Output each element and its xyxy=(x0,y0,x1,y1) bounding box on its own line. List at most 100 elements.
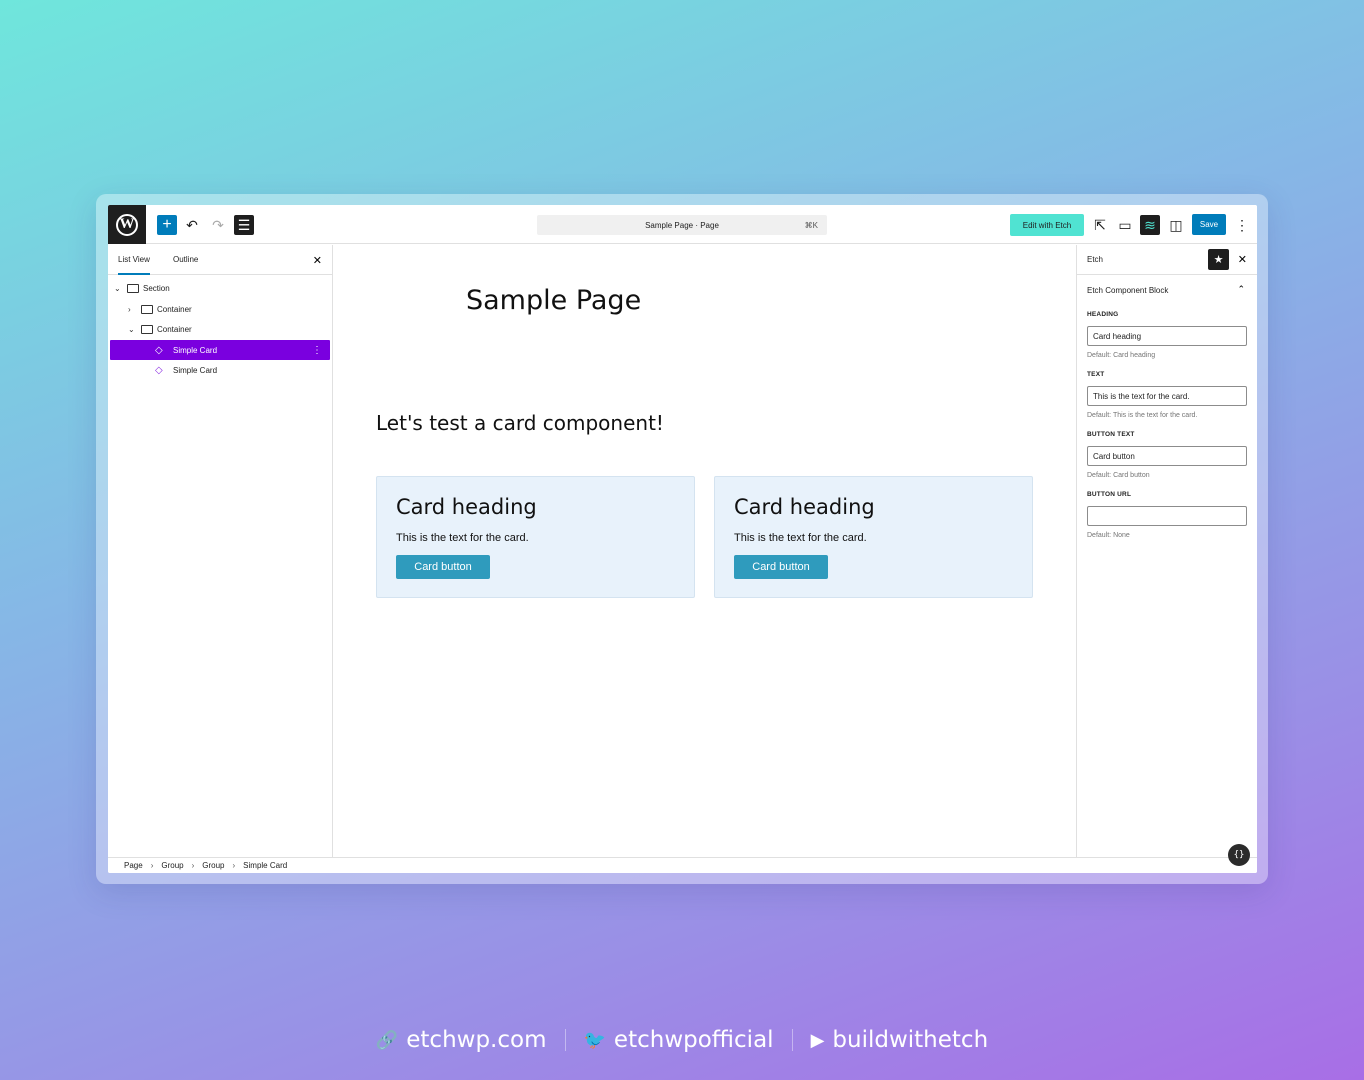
simple-card[interactable]: Card heading This is the text for the ca… xyxy=(376,476,695,598)
card-text[interactable]: This is the text for the card. xyxy=(396,532,529,544)
card-heading[interactable]: Card heading xyxy=(396,495,537,519)
close-icon[interactable]: ✕ xyxy=(1238,253,1247,266)
sidebar-header: Etch ★ ✕ xyxy=(1077,245,1257,275)
preview-button[interactable]: ▭ xyxy=(1115,215,1135,235)
twitter-link[interactable]: 🐦 etchwpofficial xyxy=(584,1027,774,1053)
heading-field[interactable] xyxy=(1087,326,1247,346)
website-link[interactable]: 🔗 etchwp.com xyxy=(376,1027,547,1053)
close-icon[interactable]: ✕ xyxy=(313,254,322,267)
link-icon: 🔗 xyxy=(375,1029,399,1051)
chevron-right-icon[interactable]: › xyxy=(128,305,138,314)
simple-card[interactable]: Card heading This is the text for the ca… xyxy=(714,476,1033,598)
etch-plugin-button[interactable]: ≋ xyxy=(1140,215,1160,235)
tree-item-label: Section xyxy=(143,283,170,293)
list-view-icon: ☰ xyxy=(237,216,251,233)
star-icon[interactable]: ★ xyxy=(1208,249,1229,270)
tree-item-label: Container xyxy=(157,304,192,314)
options-button[interactable]: ⋮ xyxy=(1232,215,1252,235)
button-text-field[interactable] xyxy=(1087,446,1247,466)
editor-topbar: W + ↶ ↷ ☰ Sample Page · Page ⌘K Edit wit… xyxy=(108,205,1257,244)
text-field[interactable] xyxy=(1087,386,1247,406)
undo-icon: ↶ xyxy=(186,216,198,233)
section-heading[interactable]: Let's test a card component! xyxy=(376,411,664,435)
more-vertical-icon[interactable]: ⋮ xyxy=(312,345,322,356)
chevron-right-icon: › xyxy=(232,861,236,870)
undo-button[interactable]: ↶ xyxy=(182,215,202,235)
view-page-button[interactable]: ⇱ xyxy=(1090,215,1110,235)
card-button[interactable]: Card button xyxy=(734,555,828,579)
wordpress-logo-button[interactable]: W xyxy=(108,205,146,244)
tab-outline[interactable]: Outline xyxy=(173,245,198,275)
add-block-button[interactable]: + xyxy=(157,215,177,235)
tab-list-view[interactable]: List View xyxy=(118,245,150,275)
plus-icon: + xyxy=(162,216,172,233)
chevron-up-icon[interactable]: ⌃ xyxy=(1237,284,1245,295)
chevron-down-icon[interactable]: ⌄ xyxy=(114,284,124,293)
twitter-icon: 🐦 xyxy=(583,1029,606,1051)
component-icon: ◇ xyxy=(155,344,163,356)
heading-field-label: HEADING xyxy=(1087,311,1119,318)
tree-item-label: Container xyxy=(157,324,192,334)
text-field-help: Default: This is the text for the card. xyxy=(1087,412,1198,419)
button-text-field-label: BUTTON TEXT xyxy=(1087,431,1135,438)
text-field-label: TEXT xyxy=(1087,371,1105,378)
code-braces-icon[interactable]: {} xyxy=(1228,844,1250,866)
redo-icon: ↷ xyxy=(212,216,224,233)
breadcrumb-item[interactable]: Group xyxy=(161,861,183,870)
youtube-link[interactable]: ▶ buildwithetch xyxy=(811,1027,989,1053)
chevron-right-icon: › xyxy=(150,861,154,870)
sidebar-icon: ◫ xyxy=(1169,216,1183,233)
twitter-label: etchwpofficial xyxy=(613,1027,774,1053)
edit-with-etch-button[interactable]: Edit with Etch xyxy=(1010,214,1084,236)
group-block-icon xyxy=(141,324,153,334)
command-shortcut: ⌘K xyxy=(804,220,818,230)
button-text-field-help: Default: Card button xyxy=(1087,472,1150,479)
tree-item-simple-card[interactable]: ◇ Simple Card xyxy=(152,360,217,380)
social-footer: 🔗 etchwp.com 🐦 etchwpofficial ▶ buildwit… xyxy=(0,1023,1364,1057)
page-title[interactable]: Sample Page xyxy=(466,285,641,316)
more-vertical-icon: ⋮ xyxy=(1235,216,1249,233)
external-link-icon: ⇱ xyxy=(1094,216,1106,233)
sidebar-title: Etch xyxy=(1087,255,1104,264)
card-button[interactable]: Card button xyxy=(396,555,490,579)
button-url-field[interactable] xyxy=(1087,506,1247,526)
card-heading[interactable]: Card heading xyxy=(734,495,875,519)
breadcrumb-item[interactable]: Simple Card xyxy=(243,861,287,870)
youtube-label: buildwithetch xyxy=(832,1027,989,1053)
chevron-down-icon[interactable]: ⌄ xyxy=(128,325,138,334)
block-breadcrumb: Page › Group › Group › Simple Card xyxy=(108,857,1257,873)
tree-item-label: Simple Card xyxy=(173,365,218,375)
panel-tabs: List View Outline ✕ xyxy=(108,245,332,275)
settings-sidebar-button[interactable]: ◫ xyxy=(1166,215,1186,235)
tree-item-container[interactable]: › Container xyxy=(128,299,192,319)
laptop-icon: ▭ xyxy=(1118,216,1132,233)
tree-item-simple-card-selected[interactable]: ◇ Simple Card ⋮ xyxy=(110,340,330,360)
list-view-panel: List View Outline ✕ ⌄ Section › Containe… xyxy=(108,245,333,857)
etch-icon: ≋ xyxy=(1144,216,1156,233)
button-url-field-help: Default: None xyxy=(1087,532,1130,539)
group-block-icon xyxy=(127,283,139,293)
divider xyxy=(564,1029,566,1051)
chevron-right-icon: › xyxy=(191,861,195,870)
group-block-icon xyxy=(141,304,153,314)
redo-button[interactable]: ↷ xyxy=(208,215,228,235)
breadcrumb-item[interactable]: Group xyxy=(202,861,224,870)
breadcrumb-item[interactable]: Page xyxy=(124,861,143,870)
divider xyxy=(791,1029,793,1051)
document-overview-button[interactable]: ☰ xyxy=(234,215,254,235)
command-palette-bar[interactable]: Sample Page · Page ⌘K xyxy=(537,215,827,235)
document-title: Sample Page · Page xyxy=(645,220,719,230)
component-icon: ◇ xyxy=(155,364,163,376)
tree-item-section[interactable]: ⌄ Section xyxy=(114,278,170,298)
editor-canvas[interactable]: Sample Page Let's test a card component!… xyxy=(334,245,1076,857)
youtube-icon: ▶ xyxy=(810,1029,825,1051)
save-button[interactable]: Save xyxy=(1192,214,1226,235)
heading-field-help: Default: Card heading xyxy=(1087,352,1156,359)
website-label: etchwp.com xyxy=(406,1027,547,1053)
etch-sidebar: Etch ★ ✕ Etch Component Block ⌃ HEADING … xyxy=(1076,245,1257,857)
button-url-field-label: BUTTON URL xyxy=(1087,491,1132,498)
panel-section-title[interactable]: Etch Component Block xyxy=(1087,286,1168,295)
wordpress-icon: W xyxy=(116,213,138,236)
card-text[interactable]: This is the text for the card. xyxy=(734,532,867,544)
tree-item-container[interactable]: ⌄ Container xyxy=(128,319,192,339)
